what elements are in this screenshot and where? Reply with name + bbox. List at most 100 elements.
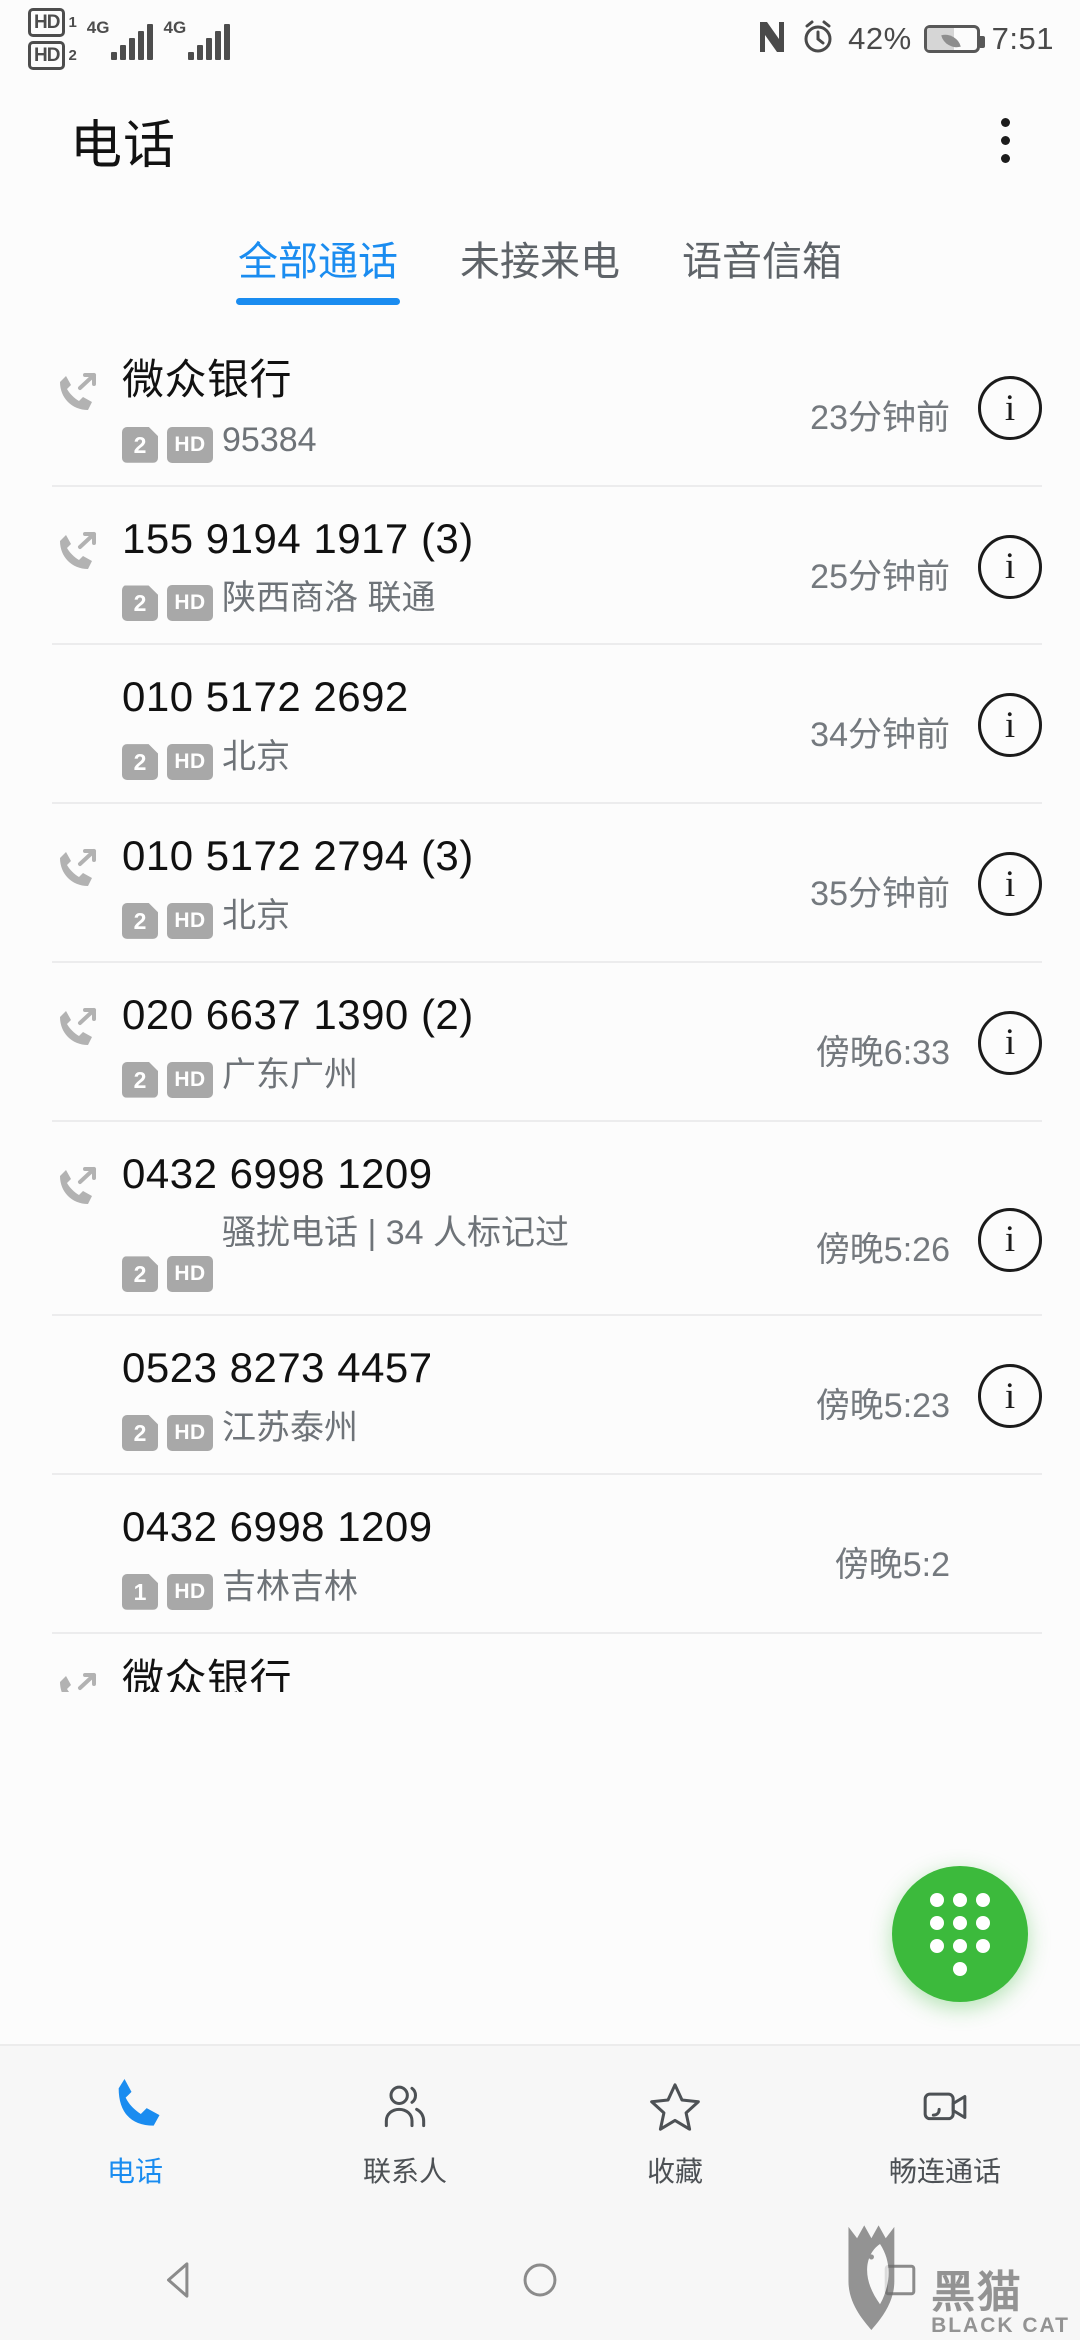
call-time: 傍晚5:2 [834, 1546, 950, 1585]
hd-badge: HD [167, 1061, 213, 1098]
page-title: 电话 [70, 117, 177, 175]
call-badges: 1 HD [122, 1566, 213, 1610]
network-type-sim2: 4G [163, 17, 187, 37]
outgoing-call-icon [52, 1654, 108, 1692]
call-entry-main: 0432 6998 1209 1 HD 吉林吉林 [122, 1501, 817, 1610]
signal-sim1: 4G [87, 19, 154, 60]
table-row[interactable]: 0523 8273 4457 2 HD 江苏泰州 傍晚5:23 i [0, 1316, 1080, 1476]
clock-label: 7:51 [991, 21, 1054, 56]
call-entry-main: 155 9194 1917 (3) 2 HD 陕西商洛 联通 [122, 513, 792, 622]
table-row[interactable]: 020 6637 1390 (2) 2 HD 广东广州 傍晚6:33 i [0, 963, 1080, 1122]
sim-badge: 1 [122, 1573, 158, 1610]
nav-item-phone[interactable]: 电话 [0, 2076, 270, 2190]
call-time: 傍晚6:33 [815, 1033, 950, 1072]
status-bar-left: HD 1 HD 2 4G 4G [28, 8, 231, 70]
call-entry-main: 微众银行 [122, 1654, 1042, 1692]
no-call-type-icon [52, 671, 108, 685]
no-call-type-icon [52, 1342, 108, 1356]
tab-missed-calls[interactable]: 未接来电 [456, 223, 624, 309]
info-icon[interactable]: i [978, 852, 1042, 917]
more-vertical-icon[interactable] [970, 106, 1040, 176]
system-navigation-bar: 黑猫 BLACK CAT [0, 2220, 1080, 2340]
call-subline: 2 HD 江苏泰州 [122, 1407, 798, 1452]
nav-item-contacts[interactable]: 联系人 [270, 2076, 540, 2190]
nav-item-favorites[interactable]: 收藏 [540, 2076, 810, 2190]
outgoing-call-icon [52, 1148, 108, 1212]
call-subtitle: 骚扰电话 | 34 人标记过 [222, 1214, 569, 1253]
watermark: 黑猫 BLACK CAT [837, 2221, 1070, 2338]
call-name: 微众银行 [122, 356, 293, 403]
outgoing-call-icon [52, 830, 108, 894]
hd-badge: HD [167, 1256, 213, 1293]
signal-bars-sim2-icon [188, 23, 231, 60]
call-log-list[interactable]: 微众银行 2 HD 95384 23分钟前 i 155 9194 1917 (3… [0, 328, 1080, 2044]
signal-bars-sim1-icon [111, 23, 154, 60]
call-subline: 2 HD 广东广州 [122, 1054, 798, 1098]
call-subtitle: 95384 [222, 420, 317, 459]
call-name: 155 9194 1917 (3) [122, 514, 474, 562]
call-subline: 2 HD 陕西商洛 联通 [122, 577, 792, 622]
call-subtitle: 江苏泰州 [222, 1409, 358, 1448]
call-subline: 2 HD 骚扰电话 | 34 人标记过 [122, 1212, 798, 1293]
battery-percent-label: 42% [848, 21, 912, 56]
sim-badge: 2 [122, 744, 158, 781]
hd-badge: HD [167, 902, 213, 939]
sim-badge: 2 [122, 902, 158, 939]
info-icon[interactable]: i [978, 376, 1042, 440]
call-name: 010 5172 2794 (3) [122, 832, 474, 880]
hd-badge: HD [167, 1573, 213, 1610]
info-icon[interactable]: i [978, 1207, 1042, 1272]
nav-item-video-call[interactable]: 畅连通话 [810, 2076, 1080, 2190]
watermark-en: BLACK CAT [931, 2314, 1070, 2337]
dialpad-fab[interactable] [892, 1866, 1028, 2002]
call-subline: 1 HD 吉林吉林 [122, 1566, 817, 1610]
back-triangle-icon[interactable] [0, 2257, 360, 2303]
signal-sim2: 4G [163, 17, 231, 60]
outgoing-call-icon [52, 989, 108, 1053]
tab-voicemail[interactable]: 语音信箱 [678, 223, 846, 309]
info-icon[interactable]: i [978, 693, 1042, 758]
battery-saver-icon [923, 25, 985, 53]
call-subtitle: 广东广州 [222, 1055, 358, 1094]
table-row[interactable]: 0432 6998 1209 1 HD 吉林吉林 傍晚5:2 i [0, 1475, 1080, 1634]
video-call-icon [917, 2076, 973, 2138]
table-row[interactable]: 微众银行 [0, 1634, 1080, 1692]
table-row[interactable]: 155 9194 1917 (3) 2 HD 陕西商洛 联通 25分钟前 i [0, 487, 1080, 646]
call-subtitle: 北京 [222, 738, 290, 777]
call-time: 傍晚5:23 [815, 1387, 950, 1426]
table-row[interactable]: 010 5172 2692 2 HD 北京 34分钟前 i [0, 645, 1080, 805]
call-badges: 2 HD [122, 1054, 213, 1098]
hd-sim1-indicator: HD 1 [28, 8, 77, 37]
info-icon[interactable]: i [978, 1010, 1042, 1075]
call-badges: 2 HD [122, 895, 213, 939]
table-row[interactable]: 0432 6998 1209 2 HD 骚扰电话 | 34 人标记过 傍晚5:2… [0, 1122, 1080, 1317]
star-icon [647, 2076, 703, 2138]
call-entry-main: 010 5172 2794 (3) 2 HD 北京 [122, 830, 792, 939]
home-circle-icon[interactable] [360, 2257, 720, 2303]
tab-all-calls[interactable]: 全部通话 [234, 223, 402, 309]
call-badges: 2 HD [122, 1212, 213, 1293]
call-log-tabs: 全部通话 未接来电 语音信箱 [0, 203, 1080, 328]
call-badges: 2 HD [122, 736, 213, 781]
call-entry-main: 020 6637 1390 (2) 2 HD 广东广州 [122, 989, 798, 1098]
table-row[interactable]: 010 5172 2794 (3) 2 HD 北京 35分钟前 i [0, 804, 1080, 963]
info-icon[interactable]: i [978, 1364, 1042, 1429]
table-row[interactable]: 微众银行 2 HD 95384 23分钟前 i [0, 328, 1080, 487]
info-icon[interactable]: i [978, 534, 1042, 599]
call-badges: 2 HD [122, 1407, 213, 1452]
alarm-icon [800, 19, 836, 60]
call-entry-main: 010 5172 2692 2 HD 北京 [122, 671, 792, 781]
nav-label-contacts: 联系人 [362, 2156, 447, 2187]
call-name: 0523 8273 4457 [122, 1344, 433, 1392]
contacts-icon [377, 2076, 433, 2138]
call-name: 020 6637 1390 (2) [122, 990, 474, 1038]
phone-app-screen: HD 1 HD 2 4G 4G 42% 7:51 电话 全部通话 未接来电 语音… [0, 0, 1080, 2340]
bottom-navigation: 电话 联系人 收藏 畅连通话 [0, 2044, 1080, 2220]
call-entry-main: 微众银行 2 HD 95384 [122, 354, 792, 463]
hd-sim2-number: 2 [68, 47, 77, 64]
call-subtitle: 吉林吉林 [222, 1567, 358, 1606]
hd-badge: HD [167, 744, 213, 781]
call-name: 010 5172 2692 [122, 673, 409, 721]
dialpad-icon [930, 1892, 990, 1976]
sim-badge: 2 [122, 1256, 158, 1293]
